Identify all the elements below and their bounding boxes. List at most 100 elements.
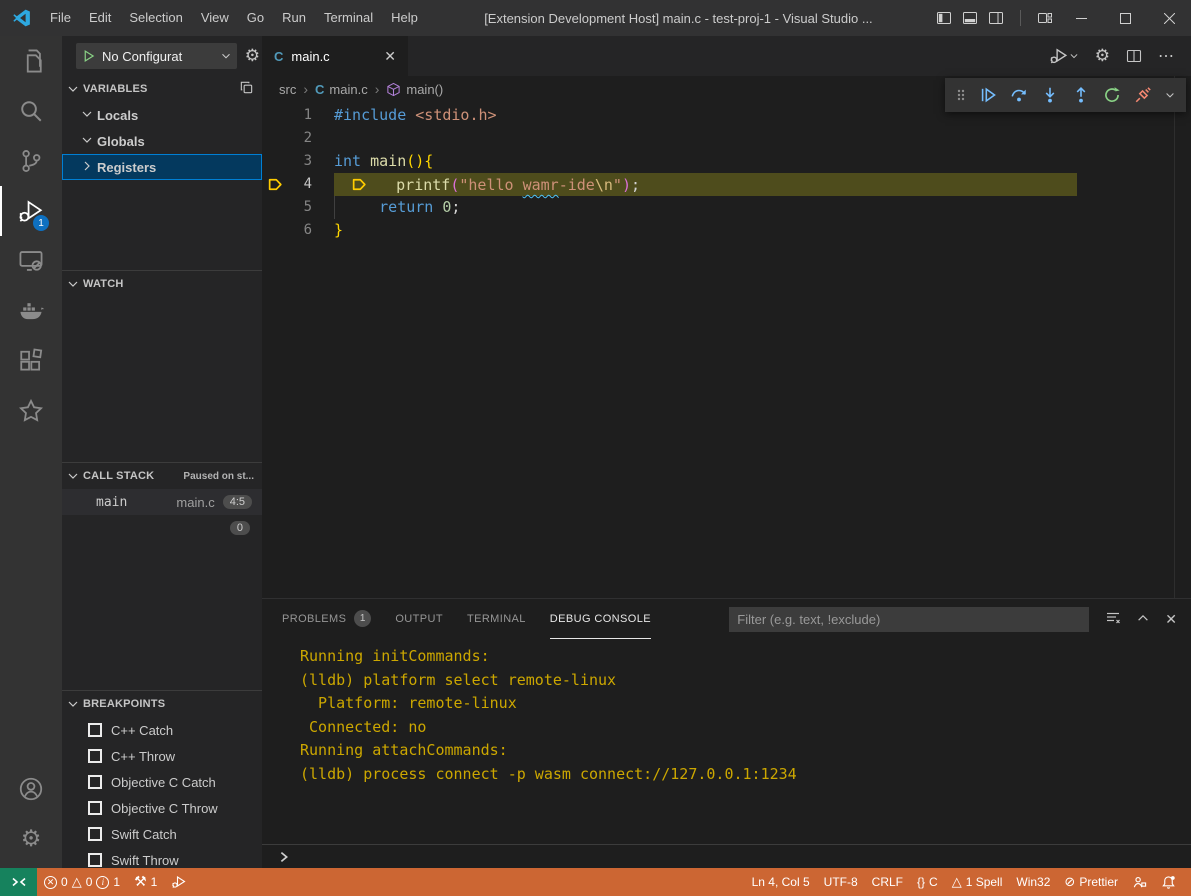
account-icon[interactable] <box>0 764 62 814</box>
breakpoint-row[interactable]: C++ Catch <box>62 717 262 743</box>
menu-selection[interactable]: Selection <box>120 0 191 36</box>
customize-layout-icon[interactable] <box>1037 10 1053 26</box>
debug-status[interactable] <box>164 868 194 896</box>
variables-scope-globals[interactable]: Globals <box>62 128 262 154</box>
maximize-button[interactable] <box>1103 0 1147 36</box>
variables-header[interactable]: VARIABLES <box>62 76 262 102</box>
debug-config-dropdown[interactable]: No Configurat <box>76 43 237 69</box>
code-line-3[interactable]: 3int main(){ <box>262 150 1191 173</box>
breakpoint-row[interactable]: Swift Catch <box>62 821 262 847</box>
chevron-down-icon[interactable] <box>1163 82 1177 108</box>
toggle-sidebar-icon[interactable] <box>936 10 952 26</box>
toolbar-grip-handle[interactable] <box>954 82 968 108</box>
code-line-4[interactable]: 4 printf("hello wamr-ide\n"); <box>262 173 1191 196</box>
feedback-status[interactable] <box>1125 868 1154 896</box>
menu-go[interactable]: Go <box>238 0 273 36</box>
debug-console-output[interactable]: Running initCommands:(lldb) platform sel… <box>262 639 1191 844</box>
debug-console-input[interactable] <box>262 844 1191 868</box>
encoding[interactable]: UTF-8 <box>817 868 865 896</box>
step-over-icon[interactable] <box>1008 82 1030 108</box>
breakpoint-checkbox[interactable] <box>88 749 102 763</box>
breadcrumb-file[interactable]: Cmain.c <box>315 82 368 97</box>
breakpoint-checkbox[interactable] <box>88 723 102 737</box>
settings-gear-icon[interactable]: ⚙ <box>0 814 62 864</box>
cursor-position[interactable]: Ln 4, Col 5 <box>745 868 817 896</box>
stack-frame-row[interactable]: main main.c 4:5 <box>62 489 262 515</box>
breakpoint-checkbox[interactable] <box>88 853 102 867</box>
variables-scope-registers[interactable]: Registers <box>62 154 262 180</box>
docker-icon[interactable] <box>0 286 62 336</box>
chevron-right-icon <box>79 158 95 177</box>
breakpoint-label: C++ Throw <box>111 749 175 764</box>
eol-sequence[interactable]: CRLF <box>865 868 910 896</box>
code-line-2[interactable]: 2 <box>262 127 1191 150</box>
code-token: } <box>334 221 343 239</box>
code-line-5[interactable]: 5 return 0; <box>262 196 1191 219</box>
tab-main-c[interactable]: C main.c ✕ <box>262 36 408 76</box>
formatter-status[interactable]: ⊘Prettier <box>1057 868 1125 896</box>
search-icon[interactable] <box>0 86 62 136</box>
close-panel-icon[interactable]: ✕ <box>1165 611 1177 628</box>
minimize-button[interactable] <box>1059 0 1103 36</box>
code-line-6[interactable]: 6} <box>262 219 1191 242</box>
continue-icon[interactable] <box>977 82 999 108</box>
watch-header[interactable]: WATCH <box>62 271 262 297</box>
breakpoints-header[interactable]: BREAKPOINTS <box>62 691 262 717</box>
maximize-panel-icon[interactable] <box>1136 611 1150 628</box>
breadcrumb-folder[interactable]: src <box>279 82 296 97</box>
variables-scope-locals[interactable]: Locals <box>62 102 262 128</box>
stack-thread-row[interactable]: 0 <box>62 515 262 541</box>
panel-tab-debug-console[interactable]: DEBUG CONSOLE <box>550 599 651 639</box>
breakpoint-checkbox[interactable] <box>88 801 102 815</box>
toggle-secondary-sidebar-icon[interactable] <box>988 10 1004 26</box>
remote-explorer-icon[interactable] <box>0 236 62 286</box>
menu-terminal[interactable]: Terminal <box>315 0 382 36</box>
platform-target[interactable]: Win32 <box>1009 868 1057 896</box>
source-control-icon[interactable] <box>0 136 62 186</box>
breakpoint-row[interactable]: Objective C Throw <box>62 795 262 821</box>
copy-icon[interactable] <box>239 80 254 98</box>
spell-checker-status[interactable]: △1 Spell <box>945 868 1010 896</box>
menu-help[interactable]: Help <box>382 0 427 36</box>
notifications-bell[interactable] <box>1154 868 1183 896</box>
menu-edit[interactable]: Edit <box>80 0 120 36</box>
editor-settings-gear-icon[interactable]: ⚙ <box>1095 48 1110 65</box>
toggle-panel-icon[interactable] <box>962 10 978 26</box>
breakpoint-checkbox[interactable] <box>88 827 102 841</box>
breakpoint-row[interactable]: C++ Throw <box>62 743 262 769</box>
breadcrumb-symbol[interactable]: main() <box>386 82 443 97</box>
panel-tab-problems[interactable]: PROBLEMS1 <box>282 599 371 639</box>
editor-scrollbar[interactable] <box>1174 76 1175 598</box>
console-filter-input[interactable] <box>729 607 1089 632</box>
star-icon[interactable] <box>0 386 62 436</box>
restart-icon[interactable] <box>1101 82 1123 108</box>
more-actions-icon[interactable]: ⋯ <box>1158 46 1175 66</box>
menu-view[interactable]: View <box>192 0 238 36</box>
close-button[interactable] <box>1147 0 1191 36</box>
tab-close-icon[interactable]: ✕ <box>384 48 396 65</box>
code-editor[interactable]: 1#include <stdio.h>23int main(){4 printf… <box>262 102 1191 598</box>
language-mode[interactable]: {}C <box>910 868 945 896</box>
call-stack-header[interactable]: CALL STACK Paused on st... <box>62 463 262 489</box>
panel-tab-terminal[interactable]: TERMINAL <box>467 599 526 639</box>
run-or-debug-icon[interactable] <box>1049 46 1079 66</box>
menu-file[interactable]: File <box>41 0 80 36</box>
launch-json-gear-icon[interactable]: ⚙ <box>245 48 260 65</box>
breakpoint-checkbox[interactable] <box>88 775 102 789</box>
run-and-debug-icon[interactable]: 1 <box>0 186 62 236</box>
breakpoint-row[interactable]: Objective C Catch <box>62 769 262 795</box>
problems-status[interactable]: ✕0 △0 i1 <box>37 868 127 896</box>
tools-status[interactable]: ⚒1 <box>127 868 164 896</box>
step-into-icon[interactable] <box>1039 82 1061 108</box>
disconnect-icon[interactable] <box>1132 82 1154 108</box>
extensions-icon[interactable] <box>0 336 62 386</box>
explorer-icon[interactable] <box>0 36 62 86</box>
panel-tab-output[interactable]: OUTPUT <box>395 599 443 639</box>
clear-console-icon[interactable] <box>1105 610 1121 629</box>
step-out-icon[interactable] <box>1070 82 1092 108</box>
split-editor-icon[interactable] <box>1126 48 1142 64</box>
menu-run[interactable]: Run <box>273 0 315 36</box>
panel-header: PROBLEMS1 OUTPUT TERMINAL DEBUG CONSOLE ✕ <box>262 599 1191 639</box>
remote-indicator[interactable] <box>0 868 37 896</box>
breakpoint-row[interactable]: Swift Throw <box>62 847 262 868</box>
